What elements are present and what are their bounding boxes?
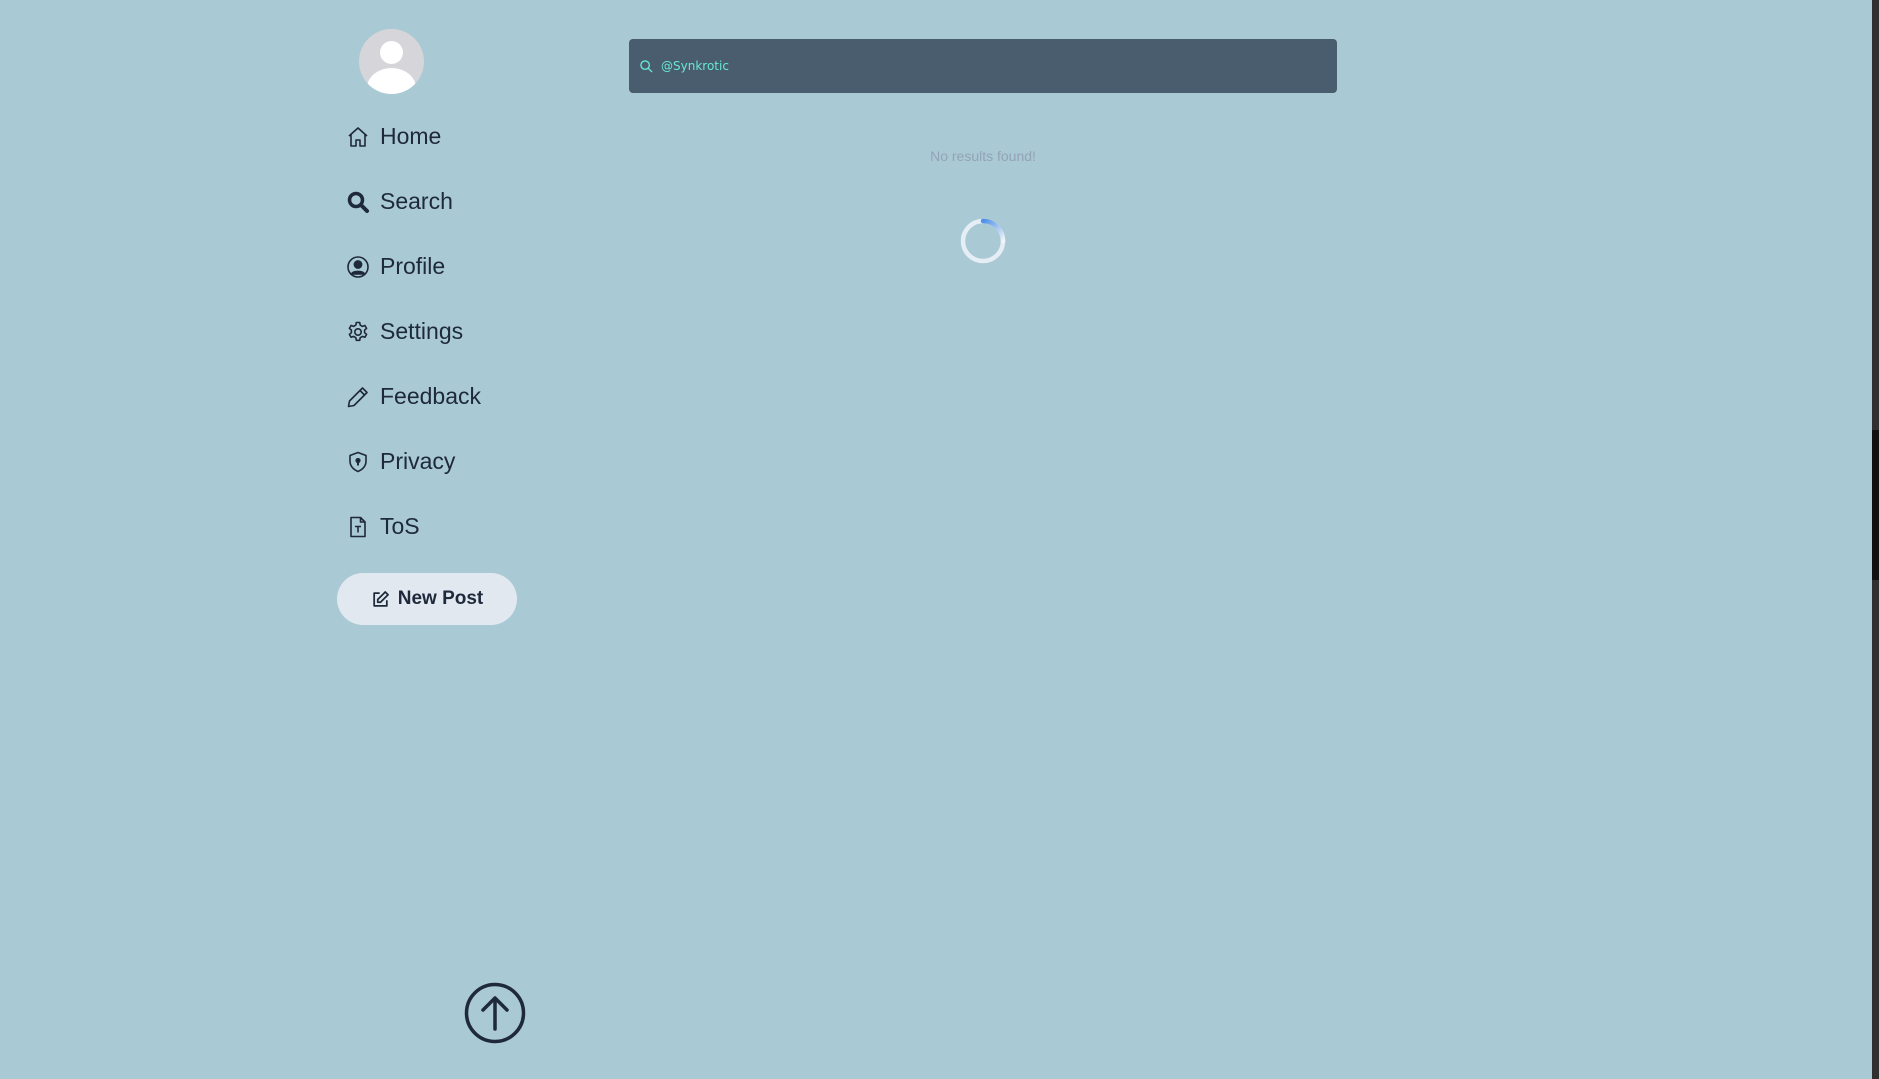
search-icon <box>639 59 653 73</box>
sidebar: Home Search Profile Settings Feedback Pr… <box>0 0 600 1079</box>
sidebar-item-label: ToS <box>380 513 420 539</box>
sidebar-item-label: Profile <box>380 253 446 279</box>
page-scrollbar[interactable] <box>1872 0 1879 1079</box>
search-icon <box>345 189 371 215</box>
sidebar-item-label: Home <box>380 123 442 149</box>
search-input[interactable] <box>659 38 1337 94</box>
sidebar-item-search[interactable]: Search <box>345 169 481 234</box>
sidebar-item-feedback[interactable]: Feedback <box>345 364 481 429</box>
home-icon <box>345 124 371 150</box>
sidebar-item-label: Settings <box>380 318 464 344</box>
sidebar-item-label: Privacy <box>380 448 456 474</box>
sidebar-item-privacy[interactable]: Privacy <box>345 429 481 494</box>
avatar-shoulders <box>367 68 416 94</box>
sidebar-item-tos[interactable]: ToS <box>345 494 481 559</box>
sidebar-item-label: Search <box>380 188 453 214</box>
sidebar-item-label: Feedback <box>380 383 482 409</box>
pencil-icon <box>345 384 371 410</box>
gear-icon <box>345 319 371 345</box>
avatar[interactable] <box>359 29 424 94</box>
new-post-button[interactable]: New Post <box>337 573 517 625</box>
search-bar[interactable] <box>629 38 1337 94</box>
loading-spinner <box>958 216 1008 266</box>
avatar-head <box>380 41 403 64</box>
scrollbar-thumb[interactable] <box>1872 430 1879 580</box>
edit-icon <box>371 590 390 609</box>
sidebar-item-settings[interactable]: Settings <box>345 299 481 364</box>
no-results-message: No results found! <box>930 148 1036 164</box>
sidebar-item-profile[interactable]: Profile <box>345 234 481 299</box>
user-circle-icon <box>345 254 371 280</box>
document-icon <box>345 514 371 540</box>
sidebar-item-home[interactable]: Home <box>345 104 481 169</box>
new-post-label: New Post <box>397 588 484 609</box>
sidebar-nav: Home Search Profile Settings Feedback Pr… <box>345 104 481 559</box>
shield-icon <box>345 449 371 475</box>
arrow-up-circle-icon <box>464 982 526 1044</box>
scroll-to-top-button[interactable] <box>464 982 526 1044</box>
